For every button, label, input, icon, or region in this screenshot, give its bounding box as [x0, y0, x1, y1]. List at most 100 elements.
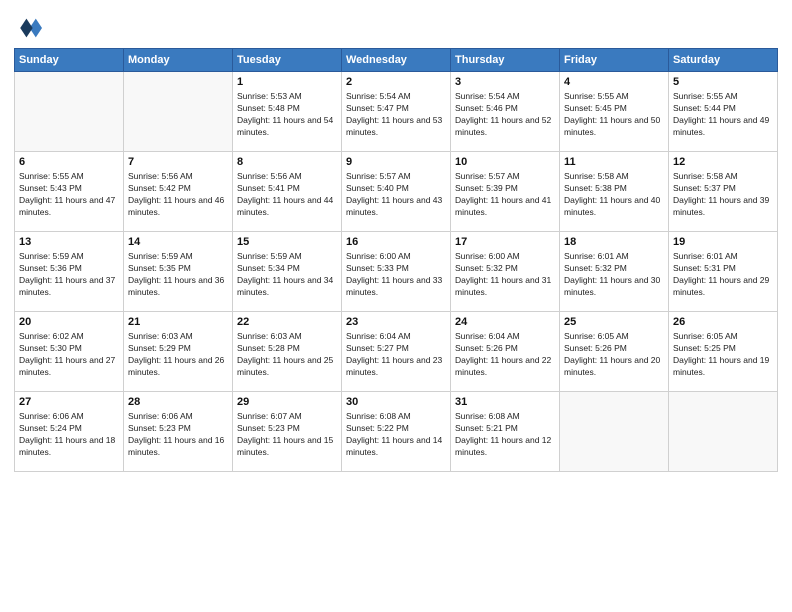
weekday-header: Monday — [124, 49, 233, 72]
day-info: Sunrise: 5:58 AM Sunset: 5:37 PM Dayligh… — [673, 171, 773, 219]
day-number: 7 — [128, 155, 228, 170]
day-number: 3 — [455, 75, 555, 90]
calendar-cell: 15Sunrise: 5:59 AM Sunset: 5:34 PM Dayli… — [233, 232, 342, 312]
day-number: 29 — [237, 395, 337, 410]
calendar-cell — [669, 392, 778, 472]
calendar-cell: 3Sunrise: 5:54 AM Sunset: 5:46 PM Daylig… — [451, 72, 560, 152]
day-number: 6 — [19, 155, 119, 170]
day-info: Sunrise: 6:06 AM Sunset: 5:23 PM Dayligh… — [128, 411, 228, 459]
calendar-cell: 26Sunrise: 6:05 AM Sunset: 5:25 PM Dayli… — [669, 312, 778, 392]
day-info: Sunrise: 5:56 AM Sunset: 5:41 PM Dayligh… — [237, 171, 337, 219]
weekday-header: Wednesday — [342, 49, 451, 72]
day-number: 31 — [455, 395, 555, 410]
day-number: 24 — [455, 315, 555, 330]
calendar-cell: 22Sunrise: 6:03 AM Sunset: 5:28 PM Dayli… — [233, 312, 342, 392]
day-number: 5 — [673, 75, 773, 90]
day-number: 20 — [19, 315, 119, 330]
day-info: Sunrise: 6:08 AM Sunset: 5:21 PM Dayligh… — [455, 411, 555, 459]
weekday-header: Saturday — [669, 49, 778, 72]
calendar-cell: 2Sunrise: 5:54 AM Sunset: 5:47 PM Daylig… — [342, 72, 451, 152]
calendar-cell: 13Sunrise: 5:59 AM Sunset: 5:36 PM Dayli… — [15, 232, 124, 312]
day-number: 2 — [346, 75, 446, 90]
calendar-week-row: 1Sunrise: 5:53 AM Sunset: 5:48 PM Daylig… — [15, 72, 778, 152]
day-info: Sunrise: 6:02 AM Sunset: 5:30 PM Dayligh… — [19, 331, 119, 379]
day-info: Sunrise: 6:00 AM Sunset: 5:32 PM Dayligh… — [455, 251, 555, 299]
calendar-cell: 7Sunrise: 5:56 AM Sunset: 5:42 PM Daylig… — [124, 152, 233, 232]
day-number: 25 — [564, 315, 664, 330]
day-info: Sunrise: 6:00 AM Sunset: 5:33 PM Dayligh… — [346, 251, 446, 299]
calendar-cell: 20Sunrise: 6:02 AM Sunset: 5:30 PM Dayli… — [15, 312, 124, 392]
day-info: Sunrise: 6:07 AM Sunset: 5:23 PM Dayligh… — [237, 411, 337, 459]
calendar-cell: 19Sunrise: 6:01 AM Sunset: 5:31 PM Dayli… — [669, 232, 778, 312]
calendar-week-row: 6Sunrise: 5:55 AM Sunset: 5:43 PM Daylig… — [15, 152, 778, 232]
calendar-cell: 28Sunrise: 6:06 AM Sunset: 5:23 PM Dayli… — [124, 392, 233, 472]
day-info: Sunrise: 5:53 AM Sunset: 5:48 PM Dayligh… — [237, 91, 337, 139]
day-info: Sunrise: 5:55 AM Sunset: 5:43 PM Dayligh… — [19, 171, 119, 219]
day-info: Sunrise: 6:01 AM Sunset: 5:32 PM Dayligh… — [564, 251, 664, 299]
day-info: Sunrise: 5:54 AM Sunset: 5:47 PM Dayligh… — [346, 91, 446, 139]
day-number: 16 — [346, 235, 446, 250]
page: SundayMondayTuesdayWednesdayThursdayFrid… — [0, 0, 792, 612]
calendar-cell — [15, 72, 124, 152]
day-number: 9 — [346, 155, 446, 170]
calendar-cell: 18Sunrise: 6:01 AM Sunset: 5:32 PM Dayli… — [560, 232, 669, 312]
day-info: Sunrise: 5:59 AM Sunset: 5:34 PM Dayligh… — [237, 251, 337, 299]
day-info: Sunrise: 5:54 AM Sunset: 5:46 PM Dayligh… — [455, 91, 555, 139]
day-info: Sunrise: 5:57 AM Sunset: 5:39 PM Dayligh… — [455, 171, 555, 219]
calendar-cell: 1Sunrise: 5:53 AM Sunset: 5:48 PM Daylig… — [233, 72, 342, 152]
day-number: 4 — [564, 75, 664, 90]
day-number: 8 — [237, 155, 337, 170]
day-number: 21 — [128, 315, 228, 330]
day-info: Sunrise: 6:03 AM Sunset: 5:28 PM Dayligh… — [237, 331, 337, 379]
logo-icon — [14, 14, 42, 42]
calendar-cell: 25Sunrise: 6:05 AM Sunset: 5:26 PM Dayli… — [560, 312, 669, 392]
logo — [14, 14, 44, 42]
calendar-cell: 9Sunrise: 5:57 AM Sunset: 5:40 PM Daylig… — [342, 152, 451, 232]
calendar-cell: 5Sunrise: 5:55 AM Sunset: 5:44 PM Daylig… — [669, 72, 778, 152]
day-number: 13 — [19, 235, 119, 250]
day-number: 17 — [455, 235, 555, 250]
day-number: 26 — [673, 315, 773, 330]
calendar-cell: 12Sunrise: 5:58 AM Sunset: 5:37 PM Dayli… — [669, 152, 778, 232]
day-info: Sunrise: 5:57 AM Sunset: 5:40 PM Dayligh… — [346, 171, 446, 219]
day-info: Sunrise: 6:04 AM Sunset: 5:27 PM Dayligh… — [346, 331, 446, 379]
calendar-cell: 24Sunrise: 6:04 AM Sunset: 5:26 PM Dayli… — [451, 312, 560, 392]
day-number: 22 — [237, 315, 337, 330]
weekday-header: Tuesday — [233, 49, 342, 72]
day-number: 12 — [673, 155, 773, 170]
calendar-cell: 30Sunrise: 6:08 AM Sunset: 5:22 PM Dayli… — [342, 392, 451, 472]
header — [14, 10, 778, 42]
day-info: Sunrise: 6:03 AM Sunset: 5:29 PM Dayligh… — [128, 331, 228, 379]
calendar-cell — [560, 392, 669, 472]
day-number: 27 — [19, 395, 119, 410]
weekday-header: Thursday — [451, 49, 560, 72]
header-row: SundayMondayTuesdayWednesdayThursdayFrid… — [15, 49, 778, 72]
calendar-week-row: 20Sunrise: 6:02 AM Sunset: 5:30 PM Dayli… — [15, 312, 778, 392]
day-number: 1 — [237, 75, 337, 90]
calendar-week-row: 27Sunrise: 6:06 AM Sunset: 5:24 PM Dayli… — [15, 392, 778, 472]
calendar-cell — [124, 72, 233, 152]
day-info: Sunrise: 5:55 AM Sunset: 5:45 PM Dayligh… — [564, 91, 664, 139]
day-info: Sunrise: 5:58 AM Sunset: 5:38 PM Dayligh… — [564, 171, 664, 219]
calendar-cell: 4Sunrise: 5:55 AM Sunset: 5:45 PM Daylig… — [560, 72, 669, 152]
day-number: 14 — [128, 235, 228, 250]
weekday-header: Sunday — [15, 49, 124, 72]
day-info: Sunrise: 6:08 AM Sunset: 5:22 PM Dayligh… — [346, 411, 446, 459]
calendar-cell: 16Sunrise: 6:00 AM Sunset: 5:33 PM Dayli… — [342, 232, 451, 312]
day-number: 18 — [564, 235, 664, 250]
weekday-header: Friday — [560, 49, 669, 72]
calendar-cell: 21Sunrise: 6:03 AM Sunset: 5:29 PM Dayli… — [124, 312, 233, 392]
day-info: Sunrise: 6:06 AM Sunset: 5:24 PM Dayligh… — [19, 411, 119, 459]
day-number: 15 — [237, 235, 337, 250]
calendar-cell: 29Sunrise: 6:07 AM Sunset: 5:23 PM Dayli… — [233, 392, 342, 472]
calendar-cell: 14Sunrise: 5:59 AM Sunset: 5:35 PM Dayli… — [124, 232, 233, 312]
calendar-cell: 23Sunrise: 6:04 AM Sunset: 5:27 PM Dayli… — [342, 312, 451, 392]
day-number: 19 — [673, 235, 773, 250]
day-info: Sunrise: 6:05 AM Sunset: 5:26 PM Dayligh… — [564, 331, 664, 379]
calendar-cell: 6Sunrise: 5:55 AM Sunset: 5:43 PM Daylig… — [15, 152, 124, 232]
calendar-cell: 17Sunrise: 6:00 AM Sunset: 5:32 PM Dayli… — [451, 232, 560, 312]
calendar-week-row: 13Sunrise: 5:59 AM Sunset: 5:36 PM Dayli… — [15, 232, 778, 312]
calendar-cell: 27Sunrise: 6:06 AM Sunset: 5:24 PM Dayli… — [15, 392, 124, 472]
day-number: 23 — [346, 315, 446, 330]
day-info: Sunrise: 5:55 AM Sunset: 5:44 PM Dayligh… — [673, 91, 773, 139]
